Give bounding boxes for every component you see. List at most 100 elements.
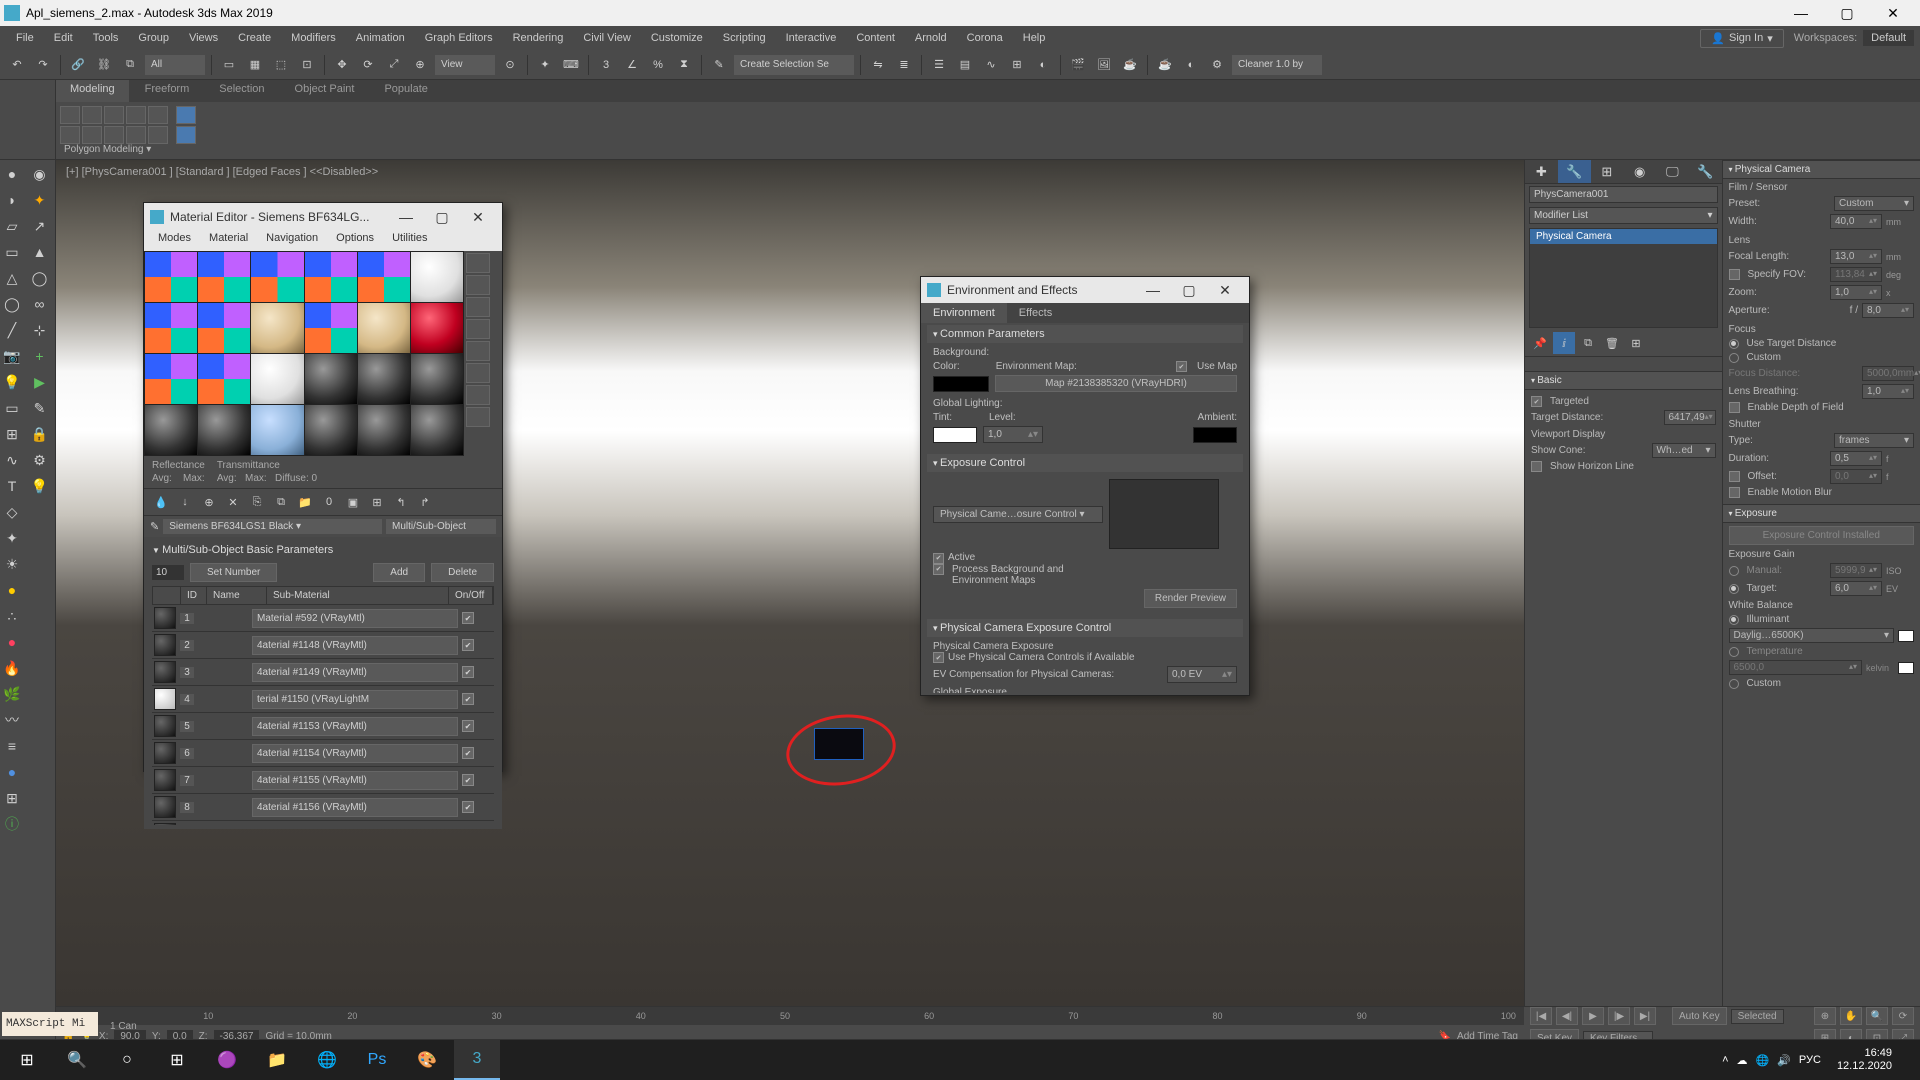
tool-box-icon[interactable]: ▭ <box>2 242 22 262</box>
make-copy-button[interactable]: ⎘ <box>246 491 268 513</box>
on-off-checkbox[interactable]: ✔ <box>462 801 474 813</box>
menu-corona[interactable]: Corona <box>957 30 1013 46</box>
ribbon-btn-active[interactable] <box>176 106 196 124</box>
tray-up-icon[interactable]: ˄ <box>1722 1054 1728 1066</box>
move-button[interactable]: ✥ <box>331 54 353 76</box>
pivot-button[interactable]: ⊙ <box>499 54 521 76</box>
active-checkbox[interactable]: ✔ <box>933 553 944 564</box>
material-row[interactable]: 34aterial #1149 (VRayMtl)✔ <box>152 659 494 686</box>
tool-add-icon[interactable]: + <box>30 346 50 366</box>
display-tab[interactable]: 🖵 <box>1656 160 1689 183</box>
corona-button-2[interactable]: ◐ <box>1180 54 1202 76</box>
me-menu-options[interactable]: Options <box>328 231 382 251</box>
tool-star-icon[interactable]: ✦ <box>30 190 50 210</box>
material-row[interactable]: 4terial #1150 (VRayLightM✔ <box>152 686 494 713</box>
tool-cone-icon[interactable]: △ <box>2 268 22 288</box>
ribbon-btn[interactable] <box>126 106 146 124</box>
menu-file[interactable]: File <box>6 30 44 46</box>
window-crossing-button[interactable]: ⊡ <box>296 54 318 76</box>
app-yandex[interactable]: 🟣 <box>204 1040 250 1080</box>
snap-button[interactable]: 3 <box>595 54 617 76</box>
show-desktop-button[interactable] <box>1902 1040 1916 1080</box>
tool-sphere2-icon[interactable]: ◉ <box>30 164 50 184</box>
auto-key-button[interactable]: Auto Key <box>1672 1007 1727 1025</box>
show-cone-dropdown[interactable]: Wh…ed▾ <box>1652 443 1716 458</box>
motion-tab[interactable]: ◉ <box>1623 160 1656 183</box>
tool-edit-icon[interactable]: ✎ <box>30 398 50 418</box>
exposure-type-dropdown[interactable]: Physical Came…osure Control ▾ <box>933 506 1103 523</box>
common-params-rollout[interactable]: Common Parameters <box>927 325 1243 343</box>
tray-onedrive-icon[interactable]: ☁ <box>1737 1054 1748 1067</box>
target-distance-input[interactable]: 6417,49▴▾ <box>1664 410 1716 425</box>
material-thumb[interactable] <box>154 688 176 710</box>
get-material-button[interactable]: 💧 <box>150 491 172 513</box>
rect-select-button[interactable]: ⬚ <box>270 54 292 76</box>
tray-network-icon[interactable]: 🌐 <box>1756 1054 1770 1067</box>
nav-btn[interactable]: ✋ <box>1840 1007 1862 1025</box>
material-thumb[interactable] <box>154 715 176 737</box>
goto-end-button[interactable]: ▶| <box>1634 1007 1656 1025</box>
menu-content[interactable]: Content <box>846 30 905 46</box>
select-button[interactable]: ▭ <box>218 54 240 76</box>
set-number-button[interactable]: Set Number <box>190 563 277 582</box>
bg-color-swatch[interactable] <box>933 376 989 392</box>
target-radio[interactable] <box>1729 584 1739 594</box>
viewport-label[interactable]: [+] [PhysCamera001 ] [Standard ] [Edged … <box>66 166 378 178</box>
ribbon-btn[interactable] <box>104 106 124 124</box>
app-chrome[interactable]: 🌐 <box>304 1040 350 1080</box>
on-off-checkbox[interactable]: ✔ <box>462 612 474 624</box>
app-explorer[interactable]: 📁 <box>254 1040 300 1080</box>
sign-in-button[interactable]: 👤 Sign In ▾ <box>1700 29 1783 48</box>
select-name-button[interactable]: ▦ <box>244 54 266 76</box>
hierarchy-tab[interactable]: ⊞ <box>1591 160 1624 183</box>
tool-script-icon[interactable]: ≡ <box>2 736 22 756</box>
backlight-button[interactable] <box>466 275 490 295</box>
tool-sphere-icon[interactable]: ● <box>2 164 22 184</box>
layer-explorer-button[interactable]: ☰ <box>928 54 950 76</box>
material-row[interactable]: 54aterial #1153 (VRayMtl)✔ <box>152 713 494 740</box>
assign-button[interactable]: ⊕ <box>198 491 220 513</box>
effects-tab[interactable]: Effects <box>1007 303 1064 323</box>
placement-button[interactable]: ⊕ <box>409 54 431 76</box>
app-3dsmax[interactable]: 3 <box>454 1040 500 1080</box>
material-thumb[interactable] <box>154 769 176 791</box>
ribbon-tab-selection[interactable]: Selection <box>205 80 278 102</box>
tray-lang[interactable]: РУС <box>1799 1054 1821 1066</box>
unlink-button[interactable]: ⛓ <box>93 54 115 76</box>
sample-uv-button[interactable] <box>466 319 490 339</box>
render-setup-button[interactable]: 🎬 <box>1067 54 1089 76</box>
tool-scatter-icon[interactable]: ∴ <box>2 606 22 626</box>
sub-material-button[interactable]: 4aterial #1153 (VRayMtl) <box>252 717 458 736</box>
material-name-dropdown[interactable]: Siemens BF634LGS1 Black ▾ <box>163 519 382 534</box>
render-frame-button[interactable]: 🖼 <box>1093 54 1115 76</box>
tool-arrow-icon[interactable]: ↗ <box>30 216 50 236</box>
tool-tube-icon[interactable]: ◯ <box>30 268 50 288</box>
ribbon-btn[interactable] <box>148 106 168 124</box>
utilities-tab[interactable]: 🔧 <box>1689 160 1722 183</box>
go-forward-button[interactable]: ↱ <box>414 491 436 513</box>
keyboard-shortcut-button[interactable]: ⌨ <box>560 54 582 76</box>
nav-btn[interactable]: ⊕ <box>1814 1007 1836 1025</box>
custom-wb-radio[interactable] <box>1729 679 1739 689</box>
scale-button[interactable]: ⤢ <box>383 54 405 76</box>
tool-plant-icon[interactable]: 🌿 <box>2 684 22 704</box>
goto-start-button[interactable]: |◀ <box>1530 1007 1552 1025</box>
phys-cam-exposure-rollout[interactable]: Physical Camera Exposure Control <box>927 619 1243 637</box>
shutter-type-dropdown[interactable]: frames▾ <box>1834 433 1914 448</box>
link-button[interactable]: 🔗 <box>67 54 89 76</box>
align-button[interactable]: ≣ <box>893 54 915 76</box>
on-off-checkbox[interactable]: ✔ <box>462 774 474 786</box>
sample-type-button[interactable] <box>466 253 490 273</box>
material-row[interactable]: 1Material #592 (VRayMtl)✔ <box>152 605 494 632</box>
temp-swatch[interactable] <box>1898 662 1914 674</box>
ribbon-btn-active[interactable] <box>176 126 196 144</box>
show-in-vp-button[interactable]: ▣ <box>342 491 364 513</box>
sub-material-button[interactable]: 4aterial #1155 (VRayMtl) <box>252 771 458 790</box>
tool-text-icon[interactable]: T <box>2 476 22 496</box>
tool-grid-icon[interactable]: ⊞ <box>2 788 22 808</box>
specify-fov-checkbox[interactable] <box>1729 269 1740 280</box>
app-paint[interactable]: 🎨 <box>404 1040 450 1080</box>
schematic-view-button[interactable]: ⊞ <box>1006 54 1028 76</box>
named-selection-dropdown[interactable]: Create Selection Se <box>734 55 854 75</box>
material-editor-button[interactable]: ◐ <box>1032 54 1054 76</box>
